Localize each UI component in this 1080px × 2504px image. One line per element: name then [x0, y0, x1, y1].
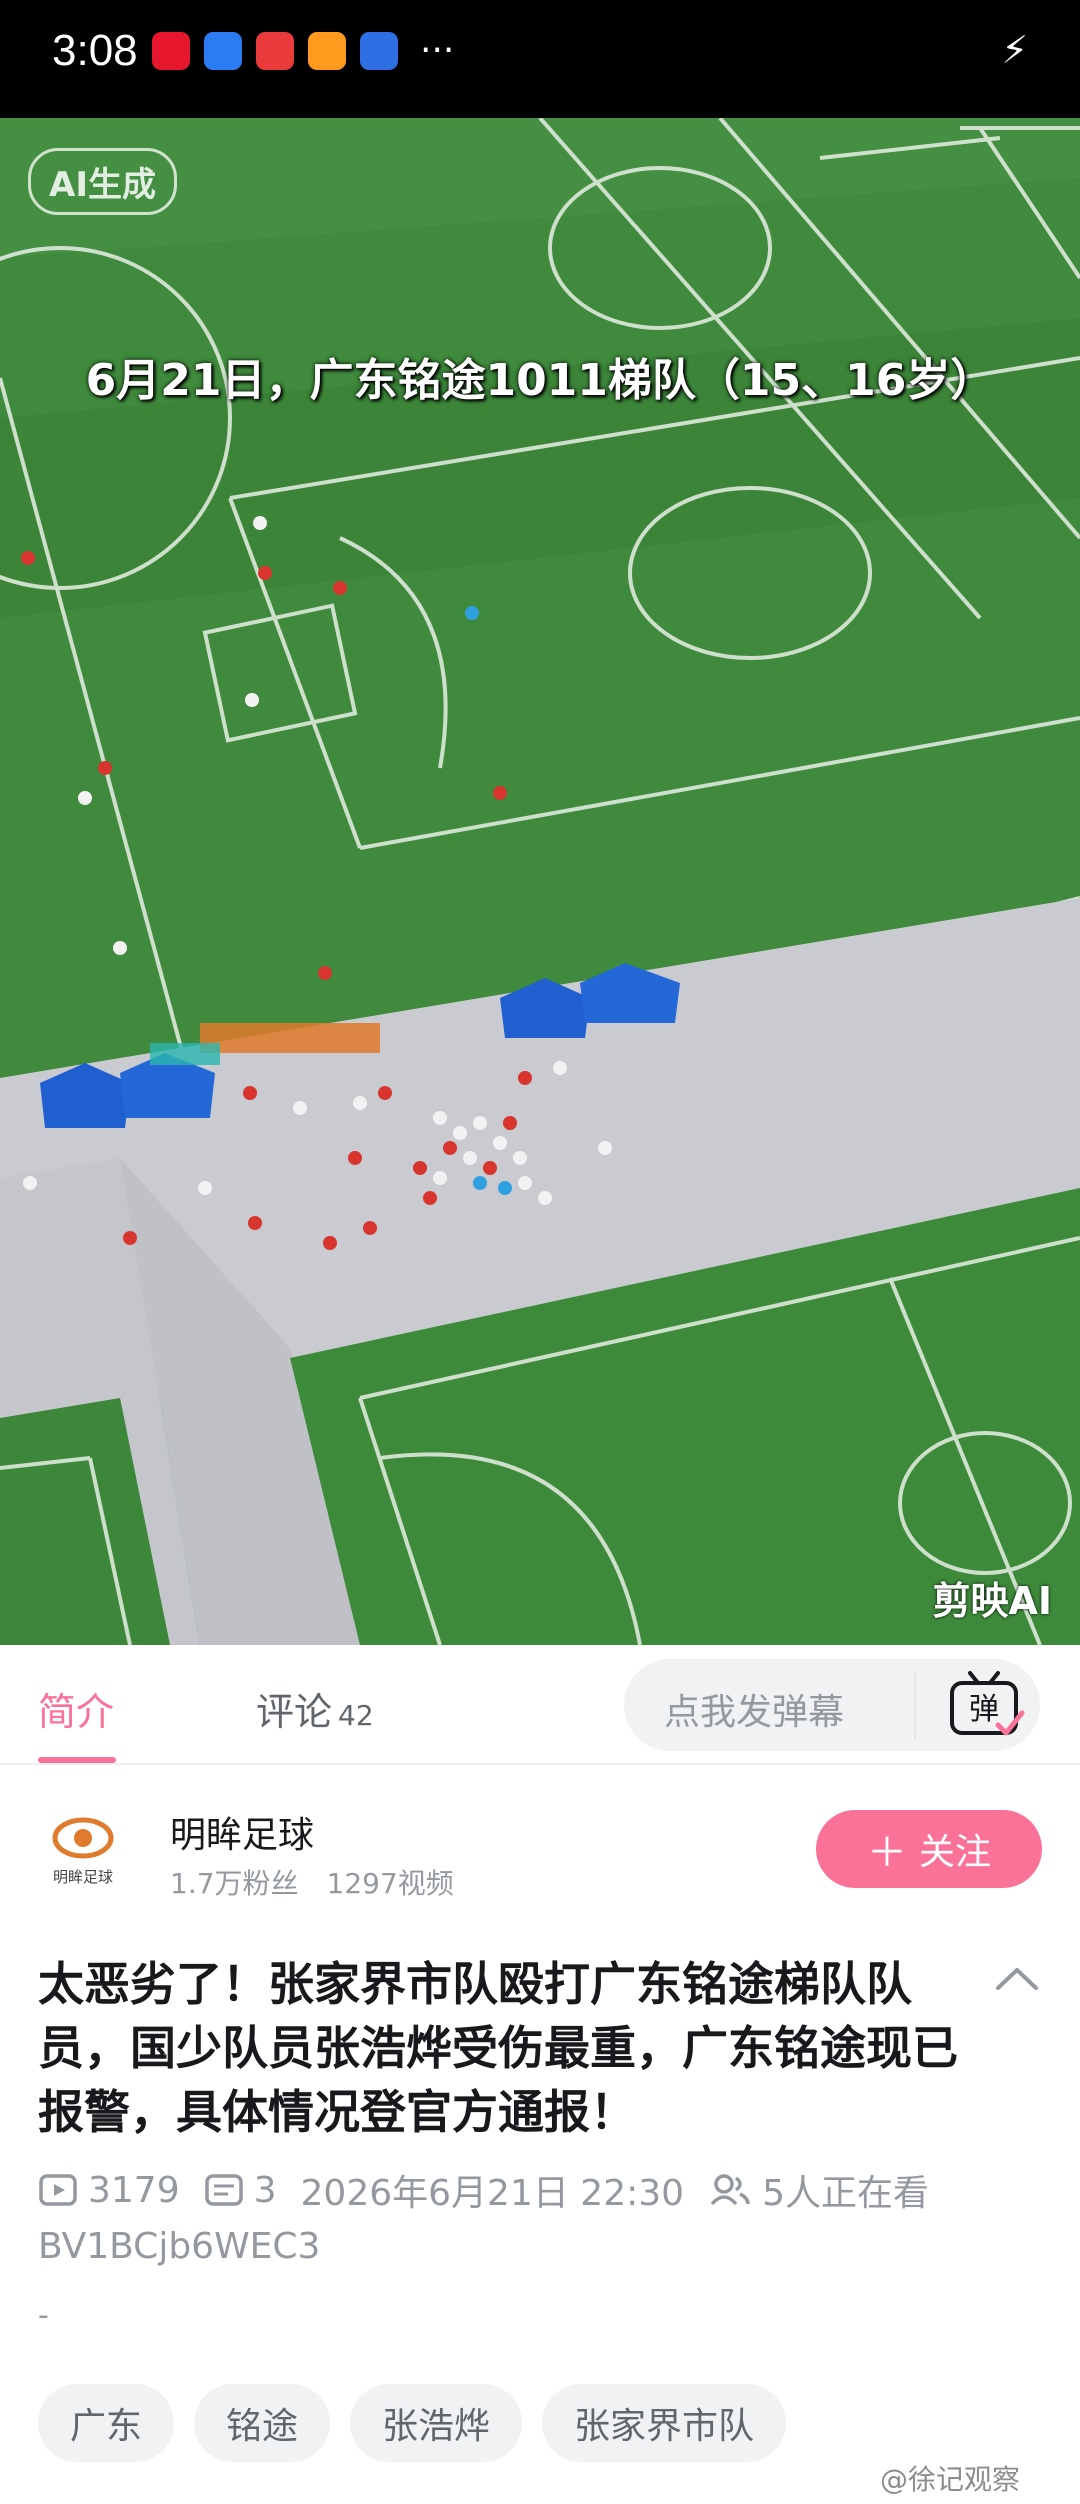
- follow-label: 关注: [918, 1832, 991, 1873]
- uploader-name[interactable]: 明眸足球: [170, 1806, 314, 1858]
- danmaku-button-label: 弹: [969, 1692, 999, 1727]
- danmaku-count-icon: [204, 2174, 243, 2206]
- video-meta: 3179 3 2026年6月21日 22:30 5人正在看: [38, 2164, 953, 2216]
- danmaku-count: 3: [204, 2170, 277, 2211]
- publish-date: 2026年6月21日 22:30: [300, 2173, 685, 2214]
- baidu-icon: [360, 32, 398, 70]
- charging-icon: ⚡: [1001, 28, 1028, 72]
- tab-active-indicator: [38, 1757, 116, 1763]
- app-orange-icon: [308, 32, 346, 70]
- tag-item[interactable]: 张家界市队: [542, 2384, 787, 2462]
- avatar-logo-text: 明眸足球: [53, 1868, 113, 1886]
- video-caption: 6月21日，广东铭途1011梯队（15、16岁）: [85, 355, 995, 406]
- video-title: 太恶劣了！张家界市队殴打广东铭途梯队队员，国少队员张浩烨受伤最重，广东铭途现已报…: [38, 1957, 958, 2139]
- status-bar: 3:08 ··· ⚡: [0, 0, 1080, 118]
- tabs-bar: 简介 评论 42 点我发弹幕 弹: [0, 1645, 1080, 1765]
- follow-button[interactable]: ＋ 关注: [816, 1810, 1042, 1888]
- chevron-up-icon[interactable]: [994, 1964, 1040, 1994]
- uploader-videos: 1297视频: [326, 1867, 454, 1900]
- danmaku-toggle-icon[interactable]: 弹: [942, 1669, 1030, 1741]
- tag-list: 广东 铭途 张浩烨 张家界市队: [38, 2384, 787, 2462]
- tab-comments[interactable]: 评论 42: [256, 1681, 374, 1736]
- uploader-fans: 1.7万粉丝: [170, 1867, 299, 1900]
- video-description: -: [38, 2298, 49, 2333]
- play-icon: [39, 2174, 77, 2206]
- more-notifications-icon: ···: [420, 30, 455, 71]
- watching-count: 5人正在看: [708, 2164, 929, 2216]
- notification-icons: ···: [152, 32, 454, 70]
- status-time: 3:08: [52, 26, 138, 75]
- video-watermark: 剪映AI: [932, 1579, 1052, 1623]
- danmaku-input[interactable]: 点我发弹幕: [664, 1683, 844, 1735]
- weibo-watermark: @徐记观察: [880, 2463, 1021, 2496]
- danmaku-count-value: 3: [253, 2169, 277, 2211]
- play-count: 3179: [38, 2170, 180, 2211]
- uploader-stats: 1.7万粉丝 1297视频: [170, 1862, 454, 1902]
- tab-comments-count: 42: [338, 1699, 374, 1732]
- weibo-icon: [152, 32, 190, 70]
- bvid: BV1BCjb6WEC3: [38, 2226, 321, 2267]
- tag-item[interactable]: 张浩烨: [350, 2384, 523, 2462]
- tab-intro[interactable]: 简介: [38, 1681, 114, 1736]
- tag-item[interactable]: 广东: [38, 2384, 175, 2462]
- play-count-value: 3179: [88, 2169, 180, 2211]
- danmaku-divider: [914, 1671, 916, 1739]
- viewers-icon: [710, 2174, 750, 2206]
- app-blue-icon: [204, 32, 242, 70]
- tag-item[interactable]: 铭途: [194, 2384, 331, 2462]
- video-player[interactable]: AI生成 6月21日，广东铭途1011梯队（15、16岁） 剪映AI: [0, 118, 1080, 1645]
- app-red-icon: [256, 32, 294, 70]
- uploader-avatar[interactable]: 明眸足球: [38, 1804, 128, 1894]
- plus-icon: ＋: [866, 1830, 907, 1876]
- danmaku-bar: 点我发弹幕 弹: [624, 1659, 1040, 1751]
- ai-generated-badge: AI生成: [28, 148, 177, 215]
- watching-value: 5人正在看: [762, 2173, 929, 2214]
- tab-comments-label: 评论: [256, 1690, 333, 1734]
